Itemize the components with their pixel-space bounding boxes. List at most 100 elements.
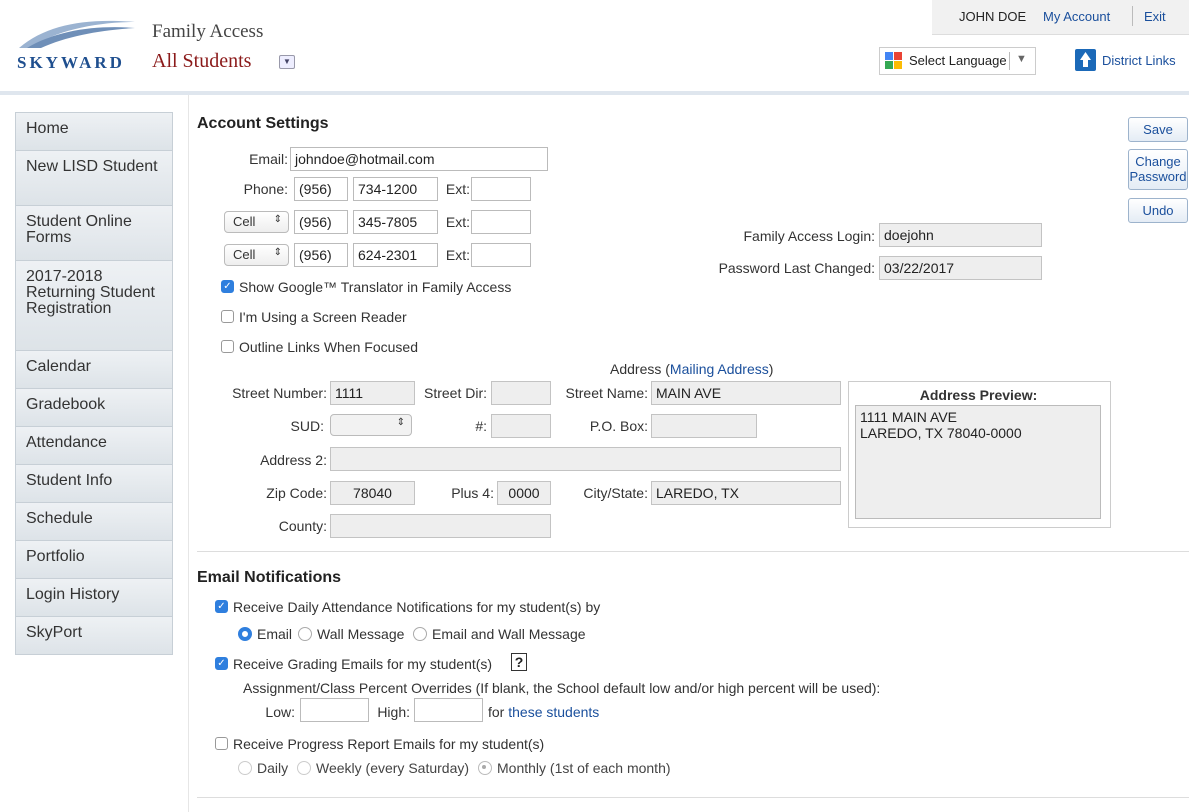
email-notifications-title: Email Notifications — [197, 569, 342, 586]
phone-number-field[interactable]: 734-1200 — [353, 177, 438, 201]
radio-daily-label: Daily — [257, 760, 289, 776]
progress-report-checkbox[interactable] — [215, 737, 228, 750]
select-arrows-icon: ⇕ — [396, 417, 405, 428]
phone-area-field[interactable]: (956) — [294, 177, 348, 201]
email-field[interactable]: johndoe@hotmail.com — [290, 147, 548, 171]
phone-area-field[interactable]: (956) — [294, 210, 348, 234]
outline-links-checkbox[interactable] — [221, 340, 234, 353]
logo-text: SKYWARD — [17, 53, 125, 72]
sidebar-item-schedule[interactable]: Schedule — [16, 503, 172, 541]
user-name: JOHN DOE — [959, 9, 1027, 24]
phone-number-field[interactable]: 624-2301 — [353, 243, 438, 267]
language-divider — [1009, 52, 1010, 70]
my-account-link[interactable]: My Account — [1043, 9, 1110, 24]
sidebar-nav: Home New LISD Student Student Online For… — [15, 112, 173, 655]
top-divider — [1132, 6, 1133, 26]
sidebar-item-student-online-forms[interactable]: Student Online Forms — [16, 206, 172, 261]
section-divider — [197, 551, 1189, 552]
po-box-label: P.O. Box: — [589, 418, 648, 434]
attendance-checkbox[interactable]: ✓ — [215, 600, 228, 613]
street-name-field[interactable]: MAIN AVE — [651, 381, 841, 405]
google-translate-icon — [885, 52, 902, 69]
low-label: Low: — [265, 704, 295, 720]
zip-field[interactable]: 78040 — [330, 481, 415, 505]
sidebar-item-new-lisd-student[interactable]: New LISD Student — [16, 151, 172, 206]
translator-label: Show Google™ Translator in Family Access — [239, 279, 512, 295]
phone-type-select[interactable]: Cell ⇕ — [224, 211, 289, 233]
phone-type-select[interactable]: Cell ⇕ — [224, 244, 289, 266]
phone-ext-field[interactable] — [471, 243, 531, 267]
county-label: County: — [278, 518, 327, 534]
street-dir-field[interactable] — [491, 381, 551, 405]
district-links[interactable]: District Links — [1102, 53, 1176, 68]
chevron-down-icon[interactable]: ▼ — [279, 55, 295, 69]
po-box-field[interactable] — [651, 414, 757, 438]
phone-number-field[interactable]: 345-7805 — [353, 210, 438, 234]
high-percent-input[interactable] — [414, 698, 483, 722]
county-field[interactable] — [330, 514, 551, 538]
change-password-button[interactable]: Change Password — [1128, 149, 1188, 190]
street-name-label: Street Name: — [565, 385, 648, 401]
sidebar-item-login-history[interactable]: Login History — [16, 579, 172, 617]
sidebar-item-skyport[interactable]: SkyPort — [16, 617, 172, 654]
district-links-icon[interactable] — [1075, 49, 1096, 71]
logo-swoosh-icon — [19, 20, 135, 48]
student-selector[interactable]: All Students — [152, 50, 251, 73]
address-preview-title: Address Preview: — [919, 387, 1038, 403]
address2-field[interactable] — [330, 447, 841, 471]
select-language-label: Select Language — [909, 53, 1007, 68]
radio-weekly[interactable] — [297, 761, 311, 775]
radio-wall-label: Wall Message — [317, 626, 405, 642]
radio-daily[interactable] — [238, 761, 252, 775]
phone-ext-field[interactable] — [471, 210, 531, 234]
city-state-field[interactable]: LAREDO, TX — [651, 481, 841, 505]
number-field[interactable] — [491, 414, 551, 438]
chevron-down-icon: ▼ — [1016, 53, 1027, 65]
undo-button[interactable]: Undo — [1128, 198, 1188, 223]
phone-ext-field[interactable] — [471, 177, 531, 201]
top-bar: JOHN DOE My Account Exit — [932, 0, 1189, 35]
radio-wall-message[interactable] — [298, 627, 312, 641]
street-number-field[interactable]: 1111 — [330, 381, 415, 405]
radio-email[interactable] — [238, 627, 252, 641]
sidebar-item-student-info[interactable]: Student Info — [16, 465, 172, 503]
mailing-address-link[interactable]: Mailing Address — [670, 361, 769, 377]
screen-reader-checkbox[interactable] — [221, 310, 234, 323]
radio-email-and-wall[interactable] — [413, 627, 427, 641]
header-divider — [0, 91, 1189, 95]
screen-reader-label: I'm Using a Screen Reader — [239, 309, 407, 325]
language-selector[interactable]: Select Language ▼ — [879, 47, 1036, 75]
sidebar-item-home[interactable]: Home — [16, 113, 172, 151]
low-percent-input[interactable] — [300, 698, 369, 722]
grading-checkbox[interactable]: ✓ — [215, 657, 228, 670]
address-heading: Address (Mailing Address) — [610, 361, 774, 377]
ext-label: Ext: — [445, 247, 470, 263]
street-number-label: Street Number: — [232, 385, 327, 401]
radio-monthly[interactable] — [478, 761, 492, 775]
exit-link[interactable]: Exit — [1144, 9, 1166, 24]
plus4-label: Plus 4: — [451, 485, 494, 501]
progress-report-label: Receive Progress Report Emails for my st… — [233, 736, 545, 752]
phone-area-field[interactable]: (956) — [294, 243, 348, 267]
zip-label: Zip Code: — [266, 485, 327, 501]
radio-both-label: Email and Wall Message — [432, 626, 586, 642]
sidebar-item-calendar[interactable]: Calendar — [16, 351, 172, 389]
overrides-label: Assignment/Class Percent Overrides (If b… — [243, 680, 881, 696]
sidebar-item-portfolio[interactable]: Portfolio — [16, 541, 172, 579]
sud-label: SUD: — [290, 418, 324, 434]
sidebar-item-gradebook[interactable]: Gradebook — [16, 389, 172, 427]
ext-label: Ext: — [445, 181, 470, 197]
save-button[interactable]: Save — [1128, 117, 1188, 142]
password-changed-label: Password Last Changed: — [718, 260, 875, 276]
number-label: #: — [475, 418, 487, 434]
sidebar-item-attendance[interactable]: Attendance — [16, 427, 172, 465]
radio-monthly-label: Monthly (1st of each month) — [497, 760, 671, 776]
help-icon[interactable]: ? — [511, 653, 527, 671]
plus4-field[interactable]: 0000 — [497, 481, 551, 505]
translator-checkbox[interactable]: ✓ — [221, 280, 234, 293]
these-students-link[interactable]: these students — [508, 704, 599, 720]
sidebar-item-returning-registration[interactable]: 2017-2018 Returning Student Registration — [16, 261, 172, 351]
select-arrows-icon: ⇕ — [273, 214, 282, 225]
sud-select[interactable]: ⇕ — [330, 414, 412, 436]
select-arrows-icon: ⇕ — [273, 247, 282, 258]
